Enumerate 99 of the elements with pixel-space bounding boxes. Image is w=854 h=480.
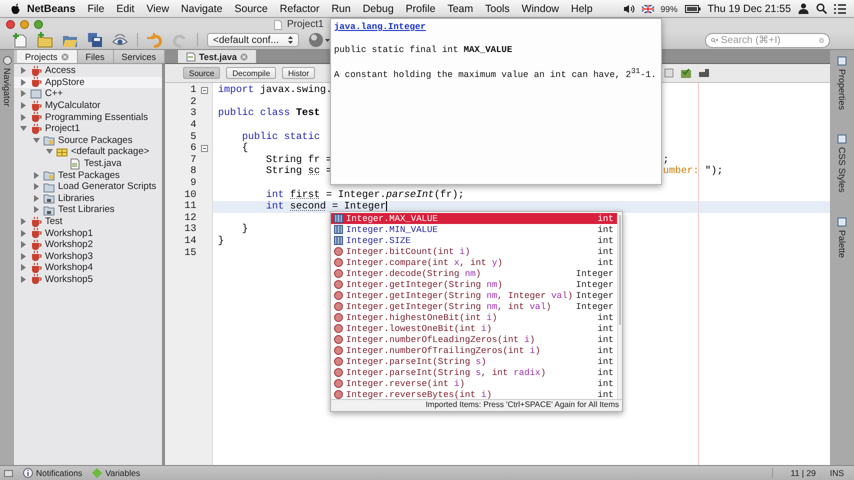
side-tab[interactable]: Palette <box>837 230 847 258</box>
completion-hint: Imported Items: Press 'Ctrl+SPACE' Again for All Items <box>331 399 622 411</box>
line-number: 13 <box>183 224 196 236</box>
menu-item[interactable]: Team <box>441 2 480 14</box>
line-number: 6 <box>189 143 196 154</box>
tree-item[interactable]: Workshop3 <box>14 250 162 262</box>
panel-tab[interactable]: Files <box>78 50 114 63</box>
description-text: A constant holding the maximum value an int can have, 2$^{31}$-1. <box>334 68 658 80</box>
insert-mode: INS <box>830 468 844 478</box>
completion-item[interactable]: Integer.compare(int x, int y) int <box>331 257 617 268</box>
status-item[interactable]: Notifications <box>23 468 82 478</box>
tree-item[interactable]: Access <box>14 65 162 77</box>
code-line: import javax.swing. <box>218 85 332 96</box>
tree-item[interactable]: Test Libraries <box>14 204 162 216</box>
tree-item[interactable]: MyCalculator <box>14 100 162 112</box>
tree-item[interactable]: Source Packages <box>14 134 162 146</box>
configuration-dropdown[interactable]: <default conf... <box>207 33 299 47</box>
menu-clock[interactable]: Thu 19 Dec 21:55 <box>708 2 791 14</box>
window-title: Project1 <box>287 19 324 30</box>
code-line: int second = Integer <box>265 200 388 213</box>
tree-item[interactable]: Workshop5 <box>14 274 162 286</box>
panel-tab[interactable]: Projects <box>17 50 78 63</box>
search-field[interactable]: Search (⌘+I) <box>705 32 830 48</box>
menu-item[interactable]: Refactor <box>274 2 326 14</box>
cursor-position: 11 | 29 <box>790 468 816 478</box>
line-number: 11 <box>183 201 196 212</box>
view-toggle[interactable]: Histor <box>282 67 316 79</box>
class-link[interactable]: java.lang.Integer <box>334 22 658 32</box>
line-number: 3 <box>189 108 196 120</box>
line-number: 1 <box>189 85 196 96</box>
line-number: 8 <box>189 166 196 178</box>
menu-item[interactable]: Navigate <box>175 2 228 14</box>
tree-item[interactable]: Test Packages <box>14 169 162 181</box>
code-line: } <box>241 224 248 236</box>
tree-item[interactable]: AppStore <box>14 76 162 88</box>
line-number: 7 <box>189 154 196 166</box>
app-menu[interactable]: NetBeans <box>21 2 82 14</box>
side-tab[interactable]: Navigator <box>2 68 12 107</box>
completion-item[interactable]: Integer.parseInt(String s, int radix) int <box>331 367 617 378</box>
completion-item[interactable]: Integer.highestOneBit(int i) int <box>331 312 617 323</box>
completion-item[interactable]: Integer.getInteger(String nm) Integer <box>331 279 617 290</box>
tree-item[interactable]: Project1 <box>14 122 162 135</box>
view-toggle[interactable]: Source <box>183 67 220 79</box>
line-number: 15 <box>183 248 196 259</box>
view-toggle[interactable]: Decompile <box>226 67 276 79</box>
tree-item[interactable]: Programming Essentials <box>14 111 162 123</box>
side-tab[interactable]: Properties <box>837 69 847 110</box>
tree-item[interactable]: Workshop2 <box>14 238 162 250</box>
menu-item[interactable]: Debug <box>356 2 400 14</box>
line-number: 10 <box>183 190 196 201</box>
completion-item[interactable]: Integer.lowestOneBit(int i) int <box>331 323 617 334</box>
completion-item[interactable]: Integer.MIN_VALUE int <box>331 224 617 235</box>
menu-item[interactable]: Tools <box>479 2 516 14</box>
line-number: 2 <box>189 96 196 108</box>
tree-item[interactable]: C++ <box>14 88 162 100</box>
menu-item[interactable]: Source <box>228 2 274 14</box>
code-line: { <box>241 143 248 154</box>
completion-item[interactable]: Integer.parseInt(String s) int <box>331 356 617 367</box>
code-line: umber: "); <box>663 166 724 178</box>
battery-percent: 99% <box>660 4 678 14</box>
code-line: public class Test <box>218 108 320 120</box>
editor-tab[interactable]: Test.java <box>178 50 256 63</box>
menu-item[interactable]: Help <box>565 2 599 14</box>
completion-item[interactable]: Integer.SIZE int <box>331 235 617 246</box>
completion-item[interactable]: Integer.numberOfTrailingZeros(int i) int <box>331 345 617 356</box>
code-line: ; <box>663 154 670 166</box>
completion-item[interactable]: Integer.reverseBytes(int i) int <box>331 389 617 399</box>
tree-item[interactable]: Test.java <box>14 158 162 170</box>
menu-item[interactable]: Window <box>516 2 565 14</box>
signature-text: public static final int MAX_VALUE <box>334 45 514 55</box>
line-number: 14 <box>183 236 196 248</box>
completion-item[interactable]: Integer.getInteger(String nm, int val) Integer <box>331 301 617 312</box>
tree-item[interactable]: <default package> <box>14 146 162 158</box>
line-number: 12 <box>183 212 196 224</box>
line-number: 4 <box>189 120 196 132</box>
completion-item[interactable]: Integer.decode(String nm) Integer <box>331 268 617 279</box>
tree-item[interactable]: Workshop1 <box>14 227 162 239</box>
code-line: } <box>218 236 224 248</box>
tree-item[interactable]: Libraries <box>14 192 162 204</box>
menu-item[interactable]: Profile <box>400 2 442 14</box>
tree-item[interactable]: Load Generator Scripts <box>14 180 162 193</box>
line-number: 9 <box>189 178 196 190</box>
completion-item[interactable]: Integer.reverse(int i) int <box>331 378 617 389</box>
completion-item[interactable]: Integer.numberOfLeadingZeros(int i) int <box>331 334 617 345</box>
completion-item[interactable]: Integer.bitCount(int i) int <box>331 246 617 257</box>
tree-item[interactable]: Test <box>14 216 162 228</box>
menu-item[interactable]: View <box>140 2 176 14</box>
completion-item[interactable]: Integer.getInteger(String nm, Integer val) Integer <box>331 290 617 301</box>
code-line: public static <box>241 132 320 143</box>
menu-item[interactable]: File <box>81 2 110 14</box>
menu-item[interactable]: Edit <box>110 2 140 14</box>
side-tab[interactable]: CSS Styles <box>837 147 847 193</box>
completion-item[interactable]: Integer.MAX_VALUE int <box>331 213 617 224</box>
menu-item[interactable]: Run <box>325 2 357 14</box>
tree-item[interactable]: Workshop4 <box>14 262 162 274</box>
code-line: int first = Integer.parseInt(fr); <box>265 190 464 201</box>
panel-tab[interactable]: Services <box>114 50 166 63</box>
status-item[interactable]: Variables <box>92 468 140 478</box>
line-number: 5 <box>189 132 196 143</box>
